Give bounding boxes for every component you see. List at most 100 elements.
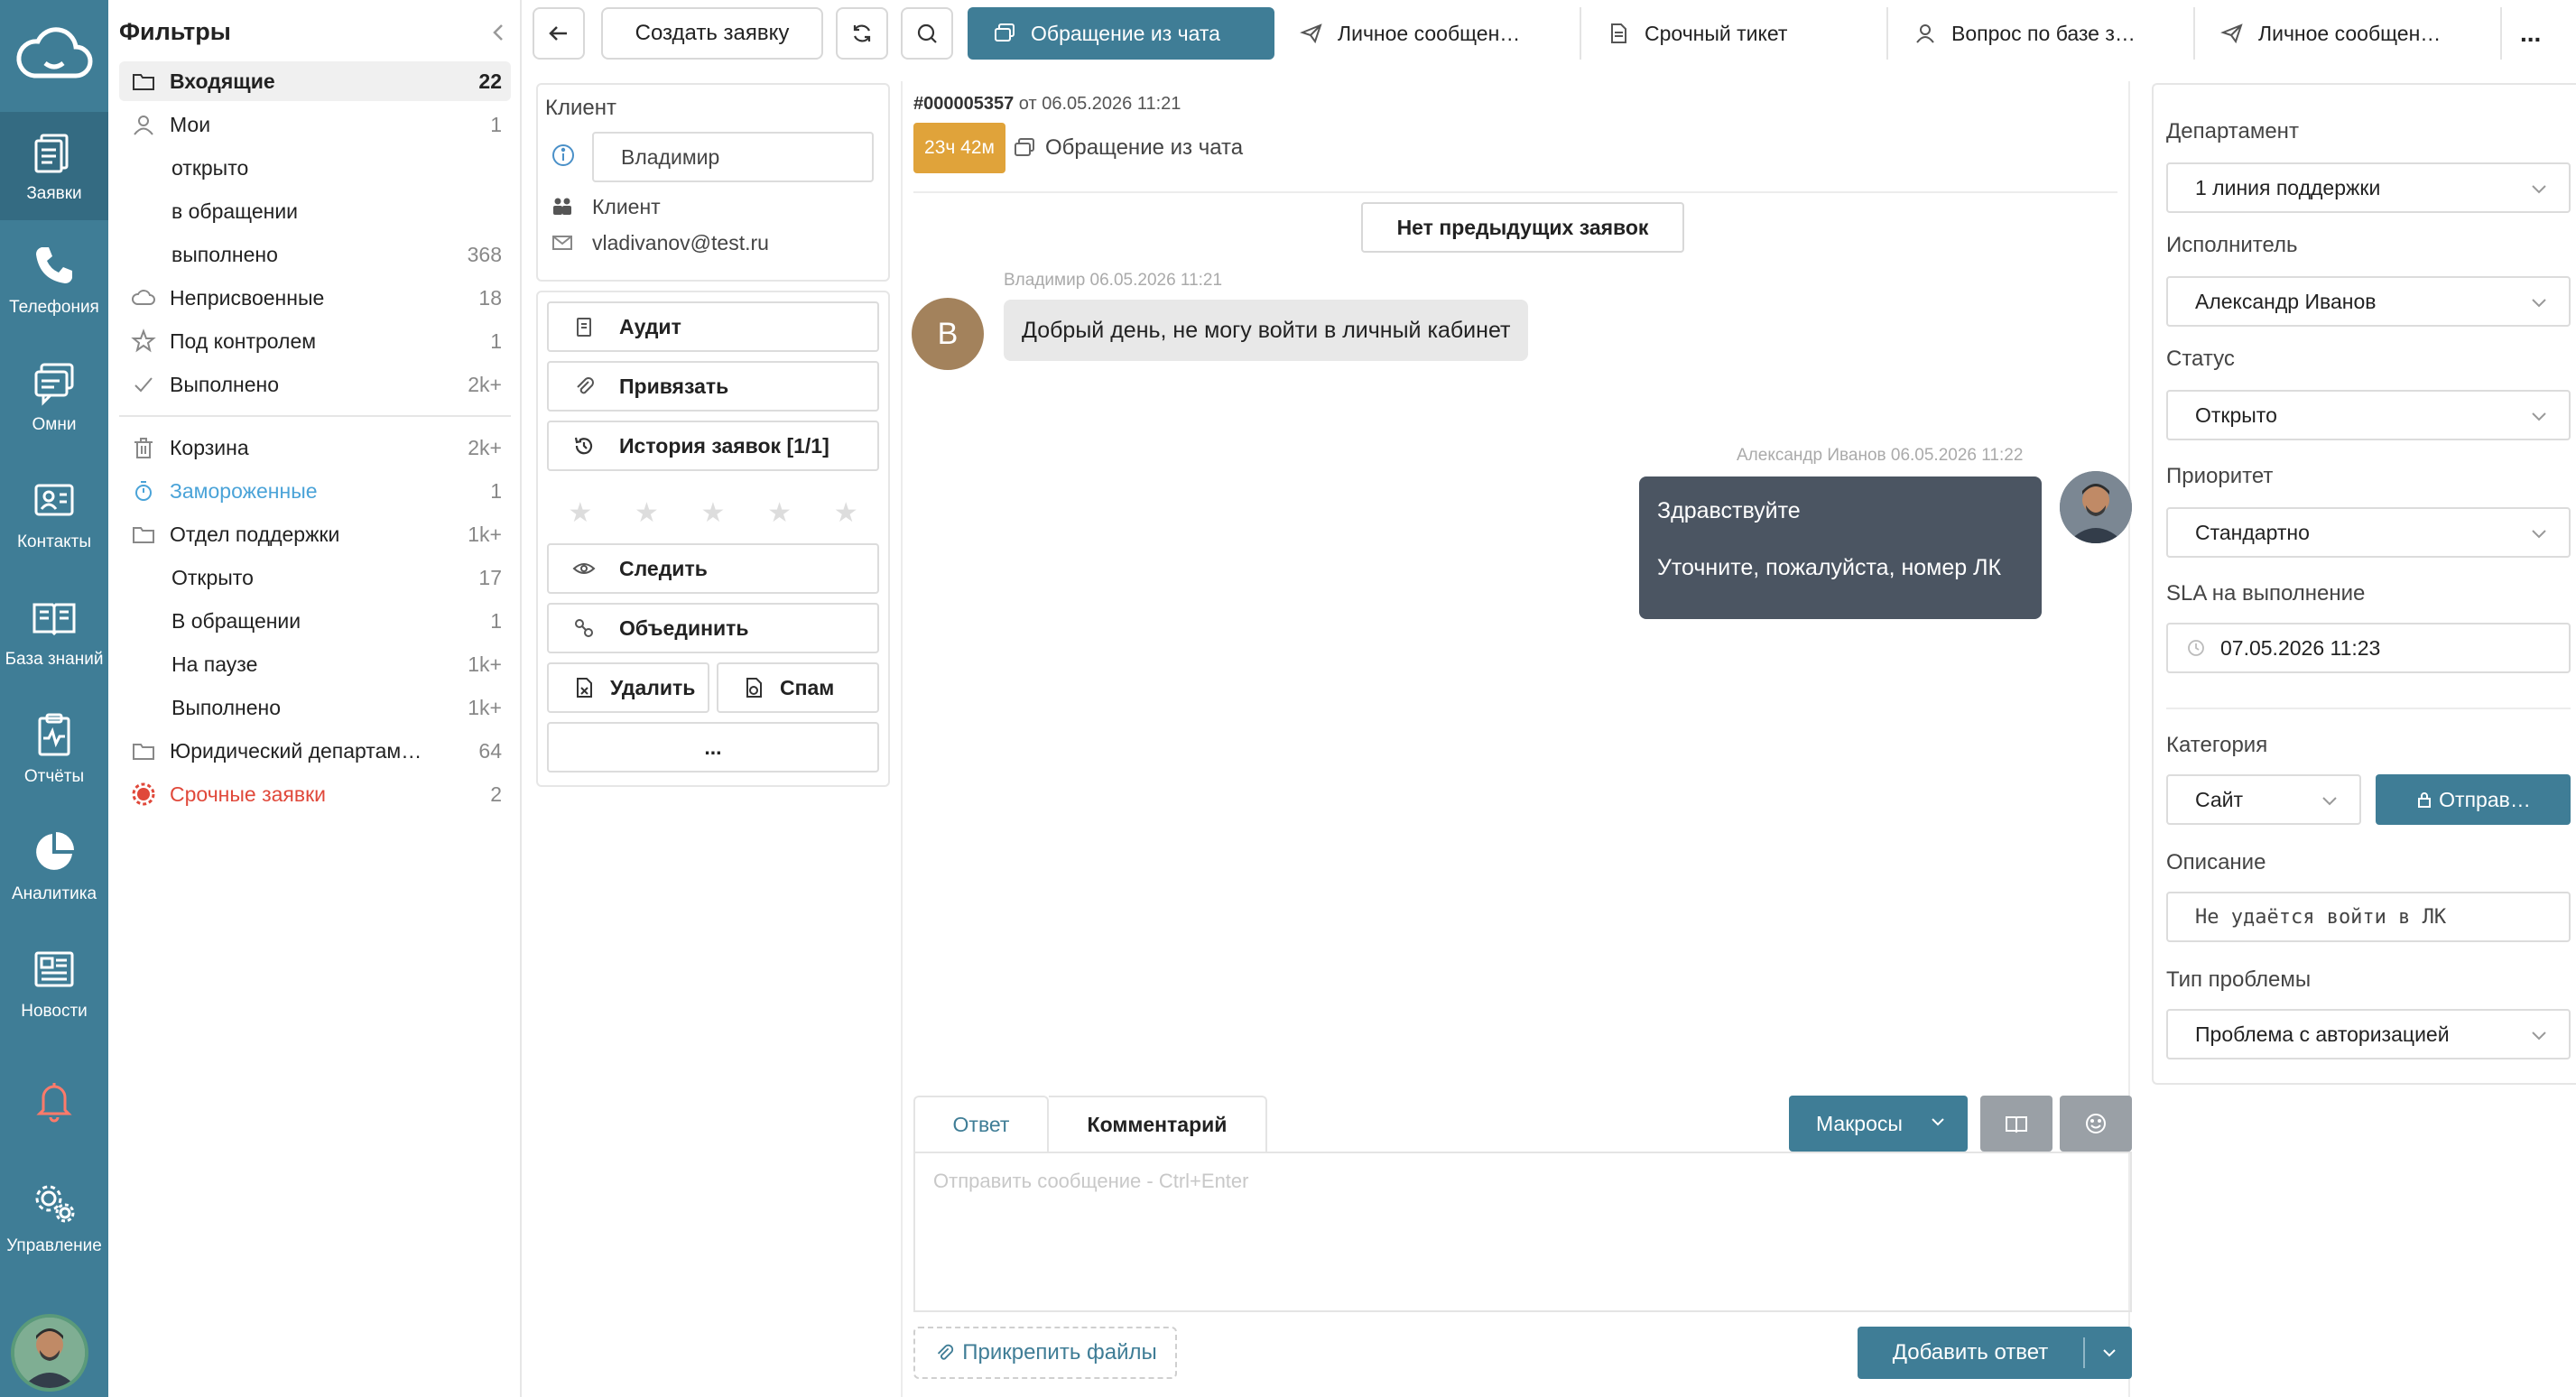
filter-trash[interactable]: Корзина 2k+ bbox=[119, 428, 511, 467]
client-email[interactable]: vladivanov@test.ru bbox=[592, 231, 769, 255]
history-button[interactable]: История заявок [1/1] bbox=[547, 421, 879, 471]
emoji-button[interactable] bbox=[2060, 1096, 2132, 1152]
follow-button[interactable]: Следить bbox=[547, 543, 879, 594]
star-icon[interactable]: ★ bbox=[568, 497, 592, 529]
reply-textarea[interactable]: Отправить сообщение - Ctrl+Enter bbox=[913, 1152, 2132, 1312]
contacts-icon bbox=[34, 484, 74, 516]
priority-value: Стандартно bbox=[2195, 520, 2310, 544]
tab-private-message-1[interactable]: Личное сообщен… bbox=[1274, 7, 1581, 60]
filter-count: 2 bbox=[490, 782, 502, 806]
assignee-select[interactable]: Александр Иванов bbox=[2166, 276, 2571, 327]
create-ticket-button[interactable]: Создать заявку bbox=[601, 7, 823, 60]
macros-button[interactable]: Макросы bbox=[1789, 1096, 1968, 1152]
ticket-header: #000005357 от 06.05.2026 11:21 bbox=[913, 94, 1181, 115]
back-button[interactable] bbox=[533, 7, 585, 60]
filter-legal-dept[interactable]: Юридический департам… 64 bbox=[119, 731, 511, 771]
nav-item-contacts[interactable]: Контакты bbox=[0, 460, 108, 569]
filter-support-open[interactable]: Открыто 17 bbox=[119, 558, 511, 597]
tab-kb-question[interactable]: Вопрос по базе з… bbox=[1888, 7, 2195, 60]
tab-comment[interactable]: Комментарий bbox=[1049, 1096, 1267, 1152]
filter-support-done[interactable]: Выполнено 1k+ bbox=[119, 688, 511, 727]
filter-inbox[interactable]: Входящие 22 bbox=[119, 61, 511, 101]
rating-stars[interactable]: ★ ★ ★ ★ ★ bbox=[547, 489, 879, 536]
filter-urgent[interactable]: Срочные заявки 2 bbox=[119, 774, 511, 814]
user-avatar[interactable] bbox=[11, 1314, 88, 1392]
spam-button[interactable]: Спам bbox=[717, 662, 879, 713]
nav-item-tickets[interactable]: Заявки bbox=[0, 112, 108, 220]
filter-count: 1 bbox=[490, 112, 502, 136]
star-icon[interactable]: ★ bbox=[767, 497, 792, 529]
nav-item-reports[interactable]: Отчёты bbox=[0, 695, 108, 803]
assignee-label: Исполнитель bbox=[2166, 233, 2298, 257]
filter-support-in-progress[interactable]: В обращении 1 bbox=[119, 601, 511, 641]
filter-watched[interactable]: Под контролем 1 bbox=[119, 321, 511, 361]
nav-item-management[interactable]: Управление bbox=[0, 1164, 108, 1272]
more-actions-button[interactable]: ... bbox=[547, 722, 879, 773]
refresh-button[interactable] bbox=[836, 7, 888, 60]
filter-label: выполнено bbox=[171, 242, 278, 266]
knowledge-base-button[interactable] bbox=[1980, 1096, 2052, 1152]
description-field[interactable]: Не удаётся войти в ЛК bbox=[2166, 892, 2571, 942]
merge-label: Объединить bbox=[619, 615, 749, 640]
category-value: Сайт bbox=[2195, 787, 2244, 811]
filter-mine-done[interactable]: выполнено 368 bbox=[119, 235, 511, 274]
filter-support-paused[interactable]: На паузе 1k+ bbox=[119, 644, 511, 684]
nav-item-telephony[interactable]: Телефония bbox=[0, 226, 108, 334]
collapse-chevron-icon[interactable] bbox=[486, 20, 511, 45]
reports-icon bbox=[38, 713, 70, 756]
sla-value: 07.05.2026 11:23 bbox=[2220, 635, 2381, 660]
cloud-logo-icon[interactable] bbox=[0, 0, 108, 108]
tab-private-message-2[interactable]: Личное сообщен… bbox=[2195, 7, 2502, 60]
category-select[interactable]: Сайт bbox=[2166, 774, 2361, 825]
chevron-down-icon[interactable] bbox=[2099, 1343, 2119, 1363]
filter-completed[interactable]: Выполнено 2k+ bbox=[119, 365, 511, 404]
filter-mine-in-progress[interactable]: в обращении bbox=[119, 191, 511, 231]
star-icon[interactable]: ★ bbox=[834, 497, 858, 529]
filter-mine[interactable]: Мои 1 bbox=[119, 105, 511, 144]
attach-files-button[interactable]: Прикрепить файлы bbox=[913, 1327, 1177, 1379]
split-divider bbox=[2083, 1337, 2085, 1368]
tab-urgent-ticket[interactable]: Срочный тикет bbox=[1581, 7, 1888, 60]
nav-item-analytics[interactable]: Аналитика bbox=[0, 812, 108, 921]
filter-mine-open[interactable]: открыто bbox=[119, 148, 511, 188]
filter-frozen[interactable]: Замороженные 1 bbox=[119, 471, 511, 511]
nav-item-knowledge-base[interactable]: База знаний bbox=[0, 578, 108, 686]
tab-chat-request[interactable]: Обращение из чата bbox=[968, 7, 1274, 60]
client-name-field[interactable]: Владимир bbox=[592, 132, 874, 182]
message-text: Здравствуйте bbox=[1657, 498, 1801, 523]
problem-type-select[interactable]: Проблема с авторизацией bbox=[2166, 1009, 2571, 1059]
chat-icon bbox=[1015, 138, 1034, 156]
merge-button[interactable]: Объединить bbox=[547, 603, 879, 653]
nav-item-omni[interactable]: Омни bbox=[0, 343, 108, 451]
nav-item-news[interactable]: Новости bbox=[0, 930, 108, 1038]
nav-label: Омни bbox=[32, 415, 77, 434]
sla-datetime-field[interactable]: 07.05.2026 11:23 bbox=[2166, 623, 2571, 673]
audit-button[interactable]: Аудит bbox=[547, 301, 879, 352]
filter-support-dept[interactable]: Отдел поддержки 1k+ bbox=[119, 514, 511, 554]
priority-select[interactable]: Стандартно bbox=[2166, 507, 2571, 558]
chevron-down-icon bbox=[1932, 1118, 1944, 1126]
add-reply-button[interactable]: Добавить ответ bbox=[1858, 1327, 2132, 1379]
merge-icon bbox=[575, 619, 593, 637]
description-label: Описание bbox=[2166, 850, 2266, 874]
filter-count: 64 bbox=[478, 738, 502, 763]
send-category-button[interactable]: Отправ… bbox=[2376, 774, 2571, 825]
no-previous-tickets-button[interactable]: Нет предыдущих заявок bbox=[1361, 202, 1684, 253]
stopwatch-icon bbox=[130, 477, 157, 504]
filter-count: 1k+ bbox=[468, 522, 502, 546]
nav-item-notifications[interactable] bbox=[0, 1047, 108, 1155]
star-icon[interactable]: ★ bbox=[701, 497, 726, 529]
tab-reply[interactable]: Ответ bbox=[913, 1096, 1049, 1152]
search-icon bbox=[917, 23, 937, 43]
filter-unassigned[interactable]: Неприсвоенные 18 bbox=[119, 278, 511, 318]
search-button[interactable] bbox=[901, 7, 953, 60]
star-icon[interactable]: ★ bbox=[635, 497, 659, 529]
status-select[interactable]: Открыто bbox=[2166, 390, 2571, 440]
audit-clipboard-icon bbox=[577, 318, 591, 337]
delete-button[interactable]: Удалить bbox=[547, 662, 709, 713]
ticket-properties-panel: Департамент 1 линия поддержки Исполнител… bbox=[2152, 83, 2576, 1085]
department-select[interactable]: 1 линия поддержки bbox=[2166, 162, 2571, 213]
filter-label: В обращении bbox=[171, 608, 301, 633]
link-button[interactable]: Привязать bbox=[547, 361, 879, 412]
tabs-more-button[interactable]: ... bbox=[2502, 7, 2574, 60]
